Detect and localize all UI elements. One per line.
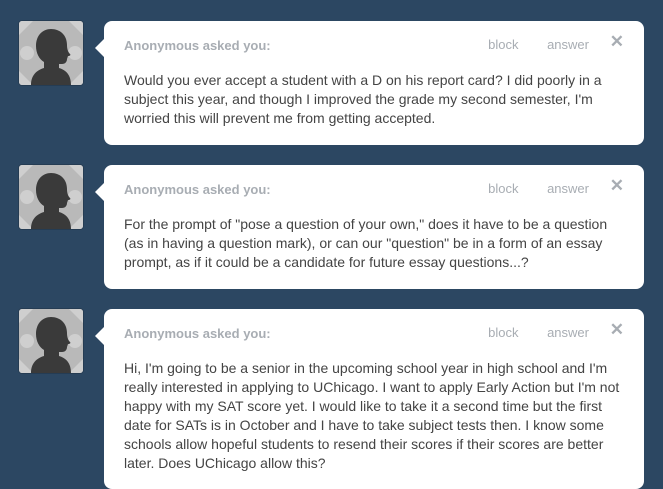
block-button[interactable]: block xyxy=(488,37,518,52)
anonymous-avatar-icon xyxy=(19,21,83,85)
anonymous-avatar xyxy=(19,309,83,373)
card-pointer xyxy=(95,183,104,201)
question-text: For the prompt of "pose a question of yo… xyxy=(124,216,608,270)
question-text: Hi, I'm going to be a senior in the upco… xyxy=(124,360,620,471)
ask-actions: block answer xyxy=(463,37,589,52)
asker-label: Anonymous asked you: xyxy=(124,182,271,197)
ask-card: Anonymous asked you: block answer ✕ Woul… xyxy=(95,21,644,145)
asker-label: Anonymous asked you: xyxy=(124,38,271,53)
asker-label: Anonymous asked you: xyxy=(124,326,271,341)
close-icon[interactable]: ✕ xyxy=(610,176,624,196)
ask-actions: block answer xyxy=(463,181,589,196)
answer-button[interactable]: answer xyxy=(547,325,589,340)
block-button[interactable]: block xyxy=(488,181,518,196)
answer-button[interactable]: answer xyxy=(547,37,589,52)
close-icon[interactable]: ✕ xyxy=(610,320,624,340)
close-icon[interactable]: ✕ xyxy=(610,32,624,52)
answer-button[interactable]: answer xyxy=(547,181,589,196)
anonymous-avatar xyxy=(19,21,83,85)
anonymous-avatar-icon xyxy=(19,309,83,373)
card-pointer xyxy=(95,327,104,345)
anonymous-avatar xyxy=(19,165,83,229)
ask-card: Anonymous asked you: block answer ✕ Hi, … xyxy=(95,309,644,489)
question-text: Would you ever accept a student with a D… xyxy=(124,72,602,126)
ask-card: Anonymous asked you: block answer ✕ For … xyxy=(95,165,644,289)
card-pointer xyxy=(95,39,104,57)
anonymous-avatar-icon xyxy=(19,165,83,229)
ask-actions: block answer xyxy=(463,325,589,340)
block-button[interactable]: block xyxy=(488,325,518,340)
